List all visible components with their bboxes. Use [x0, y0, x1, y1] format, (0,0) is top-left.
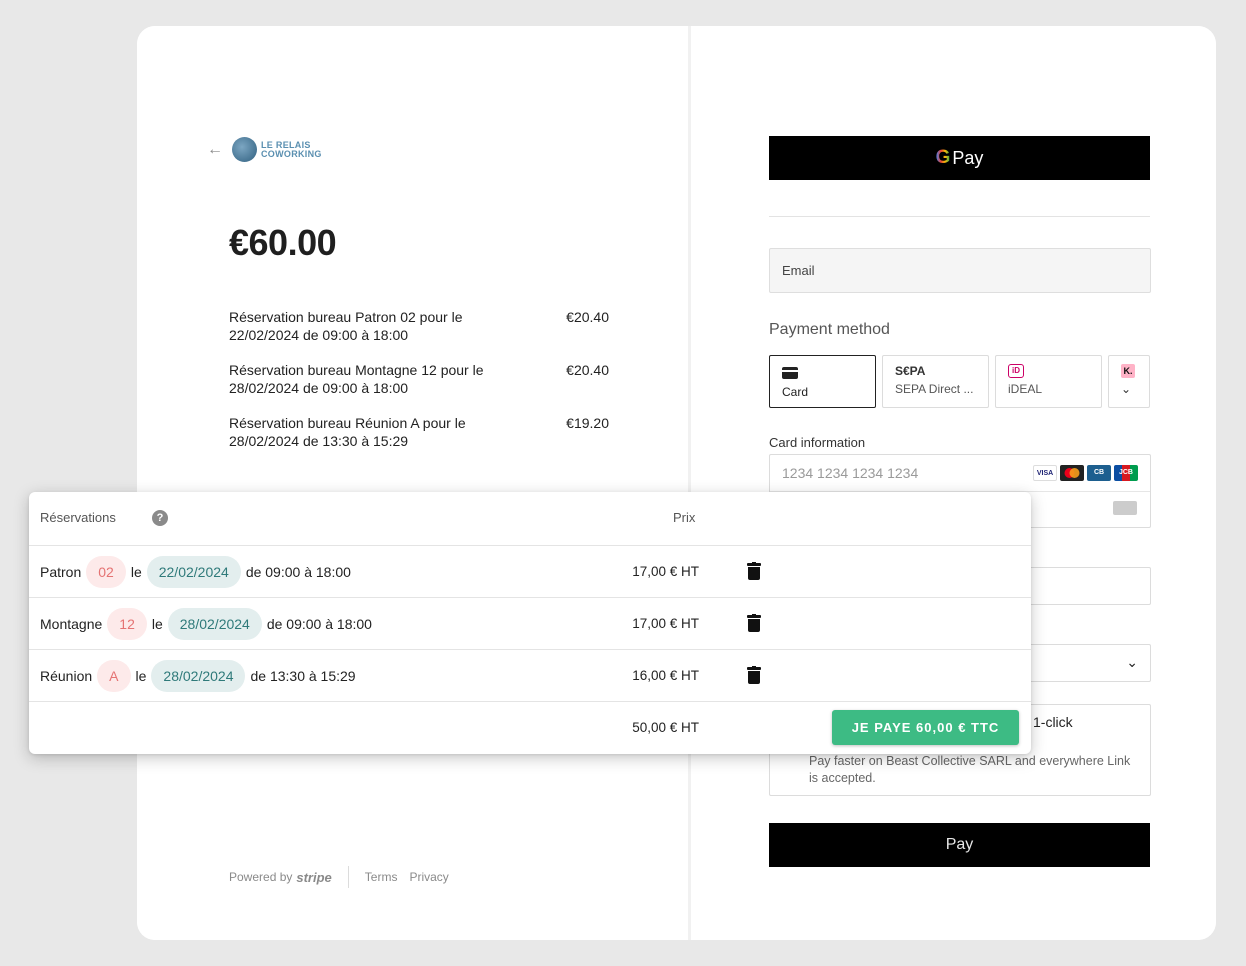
line-item-desc: Réservation bureau Montagne 12 pour le — [229, 362, 484, 378]
back-arrow-icon[interactable]: ← — [207, 140, 223, 160]
reservations-header: Réservations ? Prix — [29, 492, 1031, 546]
reservations-panel: Réservations ? Prix Patron 02 le 22/02/2… — [29, 492, 1031, 754]
trash-icon[interactable] — [747, 562, 761, 580]
separator — [769, 216, 1150, 217]
tab-card-label: Card — [782, 385, 809, 399]
google-pay-button[interactable]: G Pay — [769, 136, 1150, 180]
time-range: de 09:00 à 18:00 — [245, 564, 351, 580]
time-range: de 13:30 à 15:29 — [250, 668, 356, 684]
line-items: Réservation bureau Patron 02 pour le 22/… — [229, 308, 609, 467]
line-item-desc: Réservation bureau Patron 02 pour le — [229, 309, 463, 325]
date-chip: 22/02/2024 — [146, 556, 241, 588]
chevron-down-icon: ⌄ — [1121, 382, 1132, 396]
google-g-icon: G — [935, 147, 951, 168]
payment-form: G Pay Email Payment method Card S€PA SEP… — [691, 26, 1216, 940]
stripe-logo[interactable]: stripe — [296, 870, 331, 885]
room-name: Réunion — [40, 668, 93, 684]
logo-mark — [232, 137, 257, 162]
payment-method-title: Payment method — [769, 321, 890, 338]
tab-sepa[interactable]: S€PA SEPA Direct ... — [882, 355, 989, 408]
order-summary: ← LE RELAIS COWORKING €60.00 Réservation… — [137, 26, 688, 940]
link-description: Pay faster on Beast Collective SARL and … — [809, 754, 1131, 785]
terms-link[interactable]: Terms — [365, 870, 398, 884]
reservation-price: 16,00 € HT — [632, 668, 699, 683]
reservations-total-row: 50,00 € HT JE PAYE 60,00 € TTC — [29, 702, 1031, 753]
tab-ideal[interactable]: iD iDEAL — [995, 355, 1102, 408]
card-information-label: Card information — [769, 435, 866, 450]
tab-more[interactable]: K. ⌄ — [1108, 355, 1150, 408]
time-range: de 09:00 à 18:00 — [266, 616, 372, 632]
help-icon[interactable]: ? — [152, 510, 168, 526]
date-chip: 28/02/2024 — [151, 660, 246, 692]
logo-line2: COWORKING — [261, 148, 322, 159]
reservation-row: Patron 02 le 22/02/2024 de 09:00 à 18:00… — [29, 546, 1031, 598]
tab-card[interactable]: Card — [769, 355, 876, 408]
privacy-link[interactable]: Privacy — [409, 870, 448, 884]
pay-button[interactable]: Pay — [769, 823, 1150, 867]
line-item: Réservation bureau Patron 02 pour le 22/… — [229, 308, 609, 344]
card-number-placeholder: 1234 1234 1234 1234 — [782, 465, 919, 481]
google-pay-label: Pay — [952, 147, 984, 168]
room-name: Montagne — [40, 616, 103, 632]
card-brands: VISA CB JCB — [1033, 465, 1138, 481]
line-item-price: €19.20 — [566, 415, 609, 431]
jcb-icon: JCB — [1114, 465, 1138, 481]
line-item-desc: 28/02/2024 de 09:00 à 18:00 — [229, 380, 409, 396]
line-item-desc: Réservation bureau Réunion A pour le — [229, 415, 466, 431]
email-field[interactable]: Email — [769, 248, 1151, 293]
payment-method-tabs: Card S€PA SEPA Direct ... iD iDEAL K. ⌄ — [769, 355, 1150, 408]
merchant-logo: LE RELAIS COWORKING — [232, 137, 322, 162]
reservation-price: 17,00 € HT — [632, 616, 699, 631]
checkout-footer: Powered by stripe Terms Privacy — [229, 866, 461, 888]
date-chip: 28/02/2024 — [167, 608, 262, 640]
tab-sepa-label: SEPA Direct ... — [895, 382, 974, 396]
card-icon — [782, 367, 798, 379]
line-item: Réservation bureau Réunion A pour le 28/… — [229, 414, 609, 450]
line-item-price: €20.40 — [566, 362, 609, 378]
tab-ideal-label: iDEAL — [1008, 382, 1043, 396]
stripe-checkout: ← LE RELAIS COWORKING €60.00 Réservation… — [137, 26, 1216, 940]
reservation-price: 17,00 € HT — [632, 564, 699, 579]
cvc-icon — [1113, 501, 1137, 515]
reservations-title: Réservations — [40, 510, 116, 525]
trash-icon[interactable] — [747, 614, 761, 632]
reservation-row: Montagne 12 le 28/02/2024 de 09:00 à 18:… — [29, 598, 1031, 650]
line-item-price: €20.40 — [566, 309, 609, 325]
chevron-down-icon: ⌄ — [1126, 654, 1138, 670]
line-item-desc: 28/02/2024 de 13:30 à 15:29 — [229, 433, 409, 449]
trash-icon[interactable] — [747, 666, 761, 684]
room-number-chip: 12 — [107, 608, 147, 640]
line-item: Réservation bureau Montagne 12 pour le 2… — [229, 361, 609, 397]
total-price: 50,00 € HT — [632, 720, 699, 735]
reservation-row: Réunion A le 28/02/2024 de 13:30 à 15:29… — [29, 650, 1031, 702]
powered-by-text: Powered by — [229, 870, 293, 884]
line-item-desc: 22/02/2024 de 09:00 à 18:00 — [229, 327, 409, 343]
ideal-icon: iD — [1008, 364, 1024, 378]
sepa-icon: S€PA — [895, 364, 926, 378]
le-text: le — [151, 616, 163, 632]
cb-icon: CB — [1087, 465, 1111, 481]
room-number-chip: A — [97, 660, 131, 692]
mastercard-icon — [1060, 465, 1084, 481]
price-column-header: Prix — [673, 510, 696, 525]
room-number-chip: 02 — [86, 556, 126, 588]
total-amount: €60.00 — [229, 222, 337, 263]
link-title: 1-click — [1033, 714, 1073, 730]
email-label: Email — [782, 263, 815, 278]
klarna-icon: K. — [1121, 364, 1135, 378]
footer-divider — [347, 866, 349, 888]
room-name: Patron — [40, 564, 82, 580]
le-text: le — [130, 564, 142, 580]
visa-icon: VISA — [1033, 465, 1057, 481]
le-text: le — [135, 668, 147, 684]
pay-ttc-button[interactable]: JE PAYE 60,00 € TTC — [832, 710, 1019, 745]
